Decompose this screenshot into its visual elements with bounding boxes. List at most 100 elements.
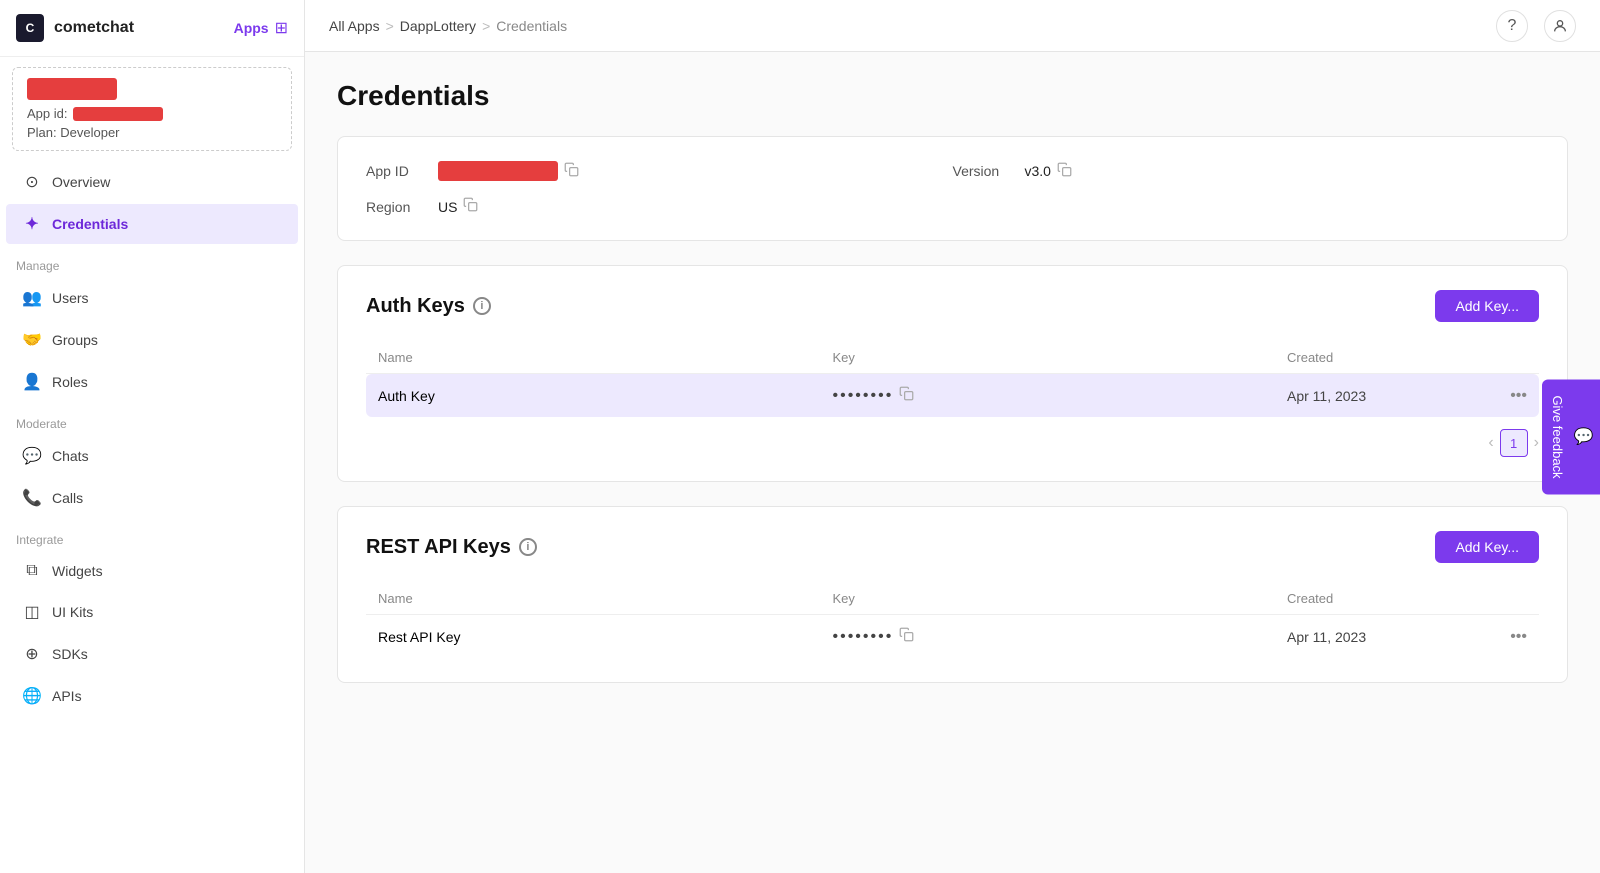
sidebar-item-overview[interactable]: ⊙ Overview — [6, 162, 298, 202]
topbar: All Apps > DappLottery > Credentials ? — [305, 0, 1600, 52]
app-info-box: App id: Plan: Developer — [12, 67, 292, 151]
sidebar-item-uikits[interactable]: ◫ UI Kits — [6, 592, 298, 632]
rest-col-key-header: Key — [833, 591, 1288, 606]
rest-api-keys-info-icon[interactable]: i — [519, 538, 537, 556]
rest-api-key-value: •••••••• — [833, 627, 1288, 646]
rest-api-key-created: Apr 11, 2023 — [1287, 629, 1487, 645]
sidebar-item-label: Groups — [52, 332, 98, 348]
sidebar-item-sdks[interactable]: ⊕ SDKs — [6, 634, 298, 674]
overview-icon: ⊙ — [22, 172, 42, 192]
add-auth-key-button[interactable]: Add Key... — [1435, 290, 1539, 322]
app-id-row: App ID — [366, 161, 953, 181]
auth-keys-title-text: Auth Keys — [366, 295, 465, 318]
sidebar: C cometchat Apps ⊞ App id: Plan: Develop… — [0, 0, 305, 873]
col-actions-header — [1487, 350, 1527, 365]
version-text: v3.0 — [1025, 163, 1051, 179]
region-copy-icon[interactable] — [463, 197, 478, 216]
sidebar-item-calls[interactable]: 📞 Calls — [6, 478, 298, 518]
rest-api-key-row: Rest API Key •••••••• Apr 11, 2023 ••• — [366, 615, 1539, 658]
breadcrumb-current: Credentials — [496, 18, 567, 34]
auth-keys-info-icon[interactable]: i — [473, 297, 491, 315]
sidebar-item-roles[interactable]: 👤 Roles — [6, 362, 298, 402]
sidebar-item-chats[interactable]: 💬 Chats — [6, 436, 298, 476]
next-page-icon[interactable]: › — [1534, 434, 1539, 452]
col-created-header: Created — [1287, 350, 1487, 365]
sidebar-item-label: Roles — [52, 374, 88, 390]
calls-icon: 📞 — [22, 488, 42, 508]
region-label: Region — [366, 199, 426, 215]
sidebar-item-apis[interactable]: 🌐 APIs — [6, 676, 298, 716]
auth-keys-header: Auth Keys i Add Key... — [366, 290, 1539, 322]
main-content: All Apps > DappLottery > Credentials ? C… — [305, 0, 1600, 873]
rest-col-actions-header — [1487, 591, 1527, 606]
app-id-sidebar-label: App id: — [27, 106, 67, 121]
app-id-copy-icon[interactable] — [564, 162, 579, 181]
apps-nav[interactable]: Apps ⊞ — [234, 18, 288, 38]
col-key-header: Key — [833, 350, 1288, 365]
region-text: US — [438, 199, 457, 215]
auth-key-more-icon[interactable]: ••• — [1487, 387, 1527, 405]
auth-keys-pagination: ‹ 1 › — [366, 417, 1539, 457]
auth-key-row: Auth Key •••••••• Apr 11, 2023 ••• — [366, 374, 1539, 417]
sidebar-item-label: Widgets — [52, 563, 103, 579]
apps-nav-label[interactable]: Apps — [234, 20, 269, 36]
sidebar-item-label: SDKs — [52, 646, 88, 662]
auth-key-value: •••••••• — [833, 386, 1288, 405]
sidebar-item-groups[interactable]: 🤝 Groups — [6, 320, 298, 360]
sidebar-item-credentials[interactable]: ✦ Credentials — [6, 204, 298, 244]
credentials-info-card: App ID Version v3.0 — [337, 136, 1568, 241]
page-1-button[interactable]: 1 — [1500, 429, 1528, 457]
sidebar-item-label: Credentials — [52, 216, 128, 232]
rest-api-keys-title: REST API Keys i — [366, 536, 537, 559]
rest-api-keys-title-text: REST API Keys — [366, 536, 511, 559]
version-copy-icon[interactable] — [1057, 162, 1072, 181]
rest-api-key-dots: •••••••• — [833, 628, 894, 646]
app-id-sidebar-value — [73, 107, 163, 121]
rest-api-keys-table-header: Name Key Created — [366, 583, 1539, 615]
uikits-icon: ◫ — [22, 602, 42, 622]
logo-icon: C — [16, 14, 44, 42]
widgets-icon: ⧉ — [22, 562, 42, 580]
sidebar-item-label: Users — [52, 290, 89, 306]
auth-key-copy-icon[interactable] — [899, 386, 914, 405]
version-label: Version — [953, 163, 1013, 179]
breadcrumb-app-name[interactable]: DappLottery — [400, 18, 476, 34]
prev-page-icon[interactable]: ‹ — [1488, 434, 1493, 452]
auth-key-dots: •••••••• — [833, 387, 894, 405]
manage-section-label: Manage — [0, 245, 304, 277]
sidebar-item-users[interactable]: 👥 Users — [6, 278, 298, 318]
sidebar-item-label: Chats — [52, 448, 89, 464]
region-value: US — [438, 197, 478, 216]
sdks-icon: ⊕ — [22, 644, 42, 664]
logo-letter: C — [26, 21, 35, 35]
rest-api-key-more-icon[interactable]: ••• — [1487, 628, 1527, 646]
credentials-icon: ✦ — [22, 214, 42, 234]
rest-api-keys-header: REST API Keys i Add Key... — [366, 531, 1539, 563]
credentials-grid: App ID Version v3.0 — [366, 161, 1539, 216]
feedback-tab[interactable]: 💬 Give feedback — [1542, 379, 1600, 494]
moderate-section-label: Moderate — [0, 403, 304, 435]
breadcrumb: All Apps > DappLottery > Credentials — [329, 18, 567, 34]
feedback-label: Give feedback — [1550, 395, 1565, 478]
help-button[interactable]: ? — [1496, 10, 1528, 42]
user-profile-button[interactable] — [1544, 10, 1576, 42]
rest-api-key-copy-icon[interactable] — [899, 627, 914, 646]
rest-col-name-header: Name — [378, 591, 833, 606]
rest-col-created-header: Created — [1287, 591, 1487, 606]
sidebar-item-label: Calls — [52, 490, 83, 506]
app-id-label: App ID — [366, 163, 426, 179]
breadcrumb-all-apps[interactable]: All Apps — [329, 18, 380, 34]
app-id-value — [438, 161, 579, 181]
auth-key-name: Auth Key — [378, 388, 833, 404]
groups-icon: 🤝 — [22, 330, 42, 350]
apps-grid-icon[interactable]: ⊞ — [275, 18, 288, 38]
auth-keys-card: Auth Keys i Add Key... Name Key Created … — [337, 265, 1568, 482]
sidebar-item-widgets[interactable]: ⧉ Widgets — [6, 552, 298, 590]
sidebar-header: C cometchat Apps ⊞ — [0, 0, 304, 57]
add-rest-api-key-button[interactable]: Add Key... — [1435, 531, 1539, 563]
logo-text: cometchat — [54, 19, 134, 37]
topbar-icons: ? — [1496, 10, 1576, 42]
rest-api-keys-card: REST API Keys i Add Key... Name Key Crea… — [337, 506, 1568, 683]
sidebar-item-label: UI Kits — [52, 604, 93, 620]
roles-icon: 👤 — [22, 372, 42, 392]
